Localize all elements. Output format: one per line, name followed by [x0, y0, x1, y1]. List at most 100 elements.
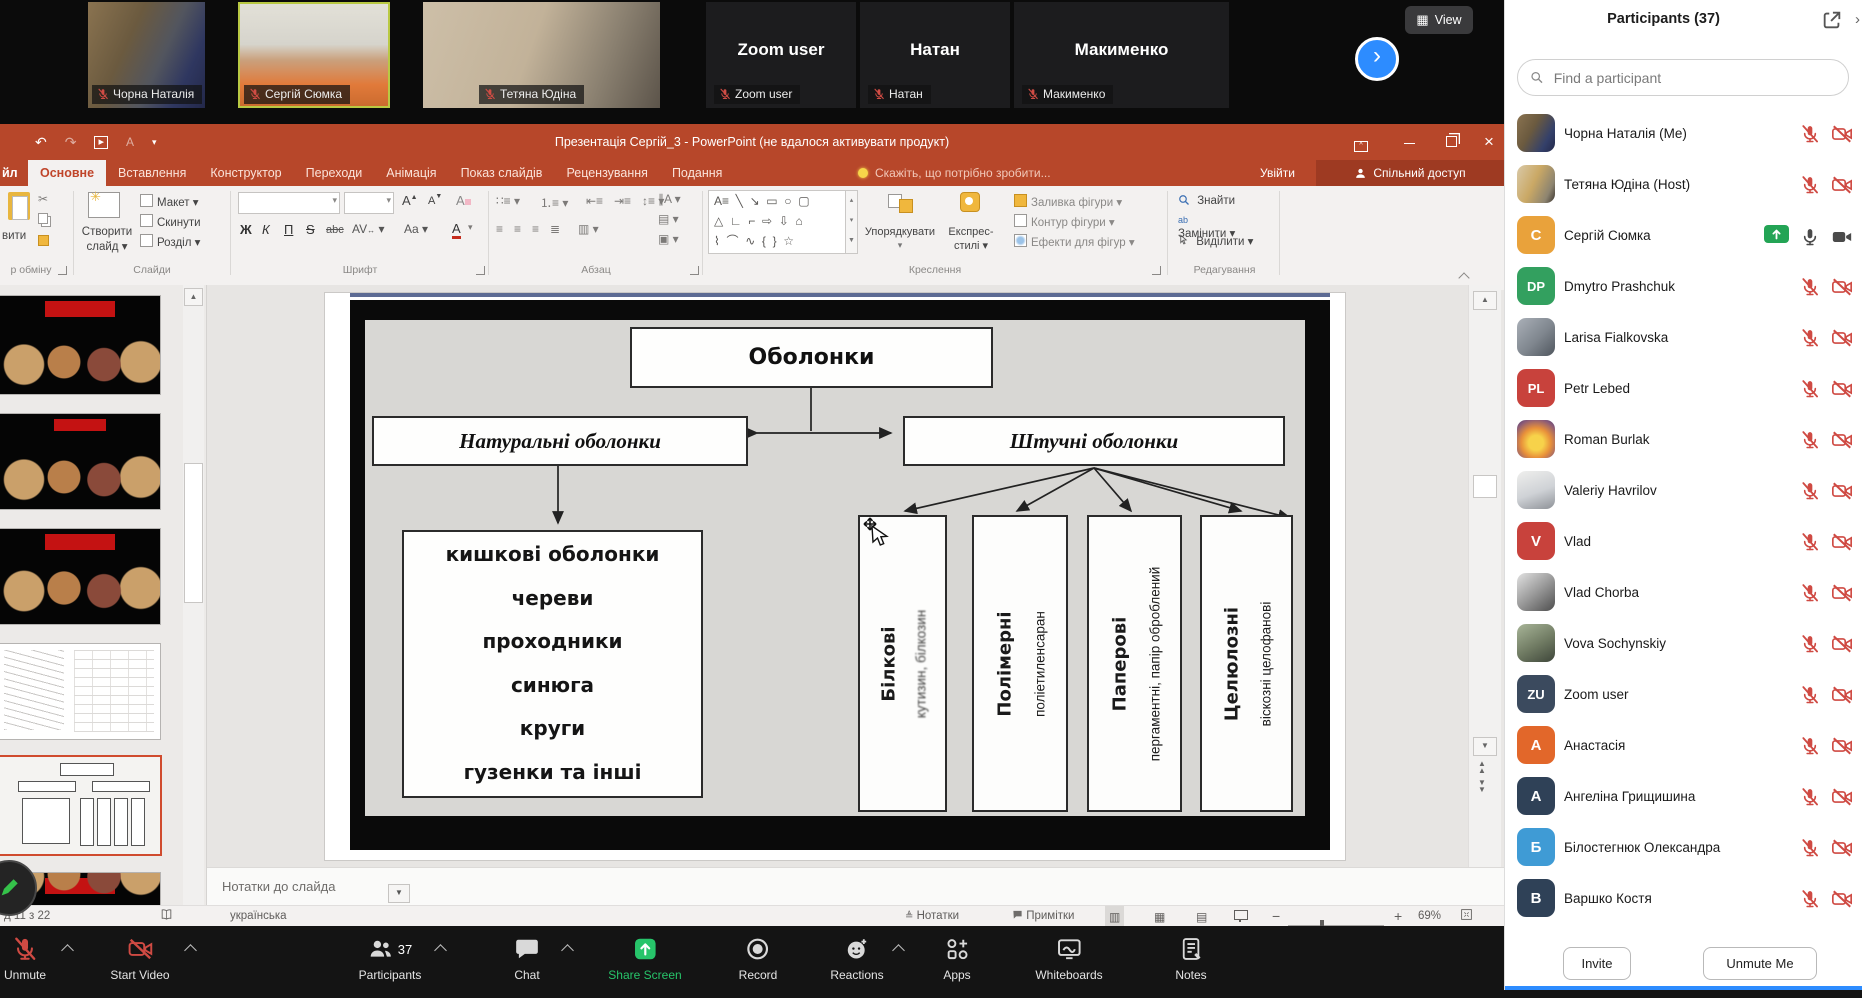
- participant-row[interactable]: PLPetr Lebed: [1505, 363, 1862, 414]
- toolbar-share-screen-button[interactable]: Share Screen: [608, 934, 681, 982]
- restore-button[interactable]: [1434, 124, 1468, 160]
- tab-7[interactable]: Подання: [660, 160, 734, 186]
- qat-customize-icon[interactable]: ▾: [152, 137, 157, 148]
- slide-thumbnail[interactable]: [0, 295, 161, 395]
- natural-casings-box[interactable]: Натуральні оболонки: [372, 416, 748, 466]
- close-button[interactable]: ×: [1472, 124, 1506, 160]
- view-button[interactable]: ▦ View: [1405, 6, 1473, 34]
- align-text-icon[interactable]: ▤ ▾: [658, 212, 679, 226]
- toolbar-notes-button[interactable]: Notes: [1175, 934, 1206, 982]
- slide-scrollbar-thumb[interactable]: [1473, 475, 1497, 498]
- underline-button[interactable]: П: [284, 222, 293, 237]
- change-case-button[interactable]: Aa ▾: [404, 222, 428, 236]
- slide-thumbnail[interactable]: [0, 413, 161, 510]
- toolbar-apps-button[interactable]: Apps: [943, 934, 970, 982]
- video-tile[interactable]: Чорна Наталія: [88, 2, 205, 108]
- slide-scroll-up-button[interactable]: ▲: [1473, 291, 1497, 310]
- numbering-icon[interactable]: ⒈≡ ▾: [540, 194, 568, 211]
- reading-view-button[interactable]: ▤: [1192, 906, 1211, 928]
- artificial-casing-column[interactable]: Полімерніполіетиленсаран: [972, 515, 1068, 812]
- sign-in-button[interactable]: Увійти: [1260, 160, 1295, 186]
- chevron-up-icon[interactable]: [434, 944, 447, 957]
- layout-button[interactable]: Макет ▾: [140, 194, 199, 209]
- participant-row[interactable]: CСергій Сюмка: [1505, 210, 1862, 261]
- shape-gallery[interactable]: A≡ ╲ ↘ ▭ ○ ▢ △ ∟ ⌐ ⇨ ⇩ ⌂ ⌇ ⌒ ∿ { } ☆: [708, 190, 858, 254]
- text-shadow-button[interactable]: abc: [326, 224, 344, 236]
- cut-icon[interactable]: ✂: [38, 192, 48, 206]
- decrease-indent-icon[interactable]: ⇤≡: [586, 194, 603, 208]
- character-spacing-button[interactable]: AV↔ ▾: [352, 222, 384, 236]
- participant-row[interactable]: Valeriy Havrilov: [1505, 465, 1862, 516]
- font-dialog-launcher[interactable]: [476, 266, 485, 275]
- font-tool-icon[interactable]: A: [126, 135, 134, 149]
- shape-effects-button[interactable]: Ефекти для фігур ▾: [1014, 234, 1135, 249]
- participant-row[interactable]: Roman Burlak: [1505, 414, 1862, 465]
- search-input[interactable]: [1552, 69, 1836, 87]
- slide-thumbnail[interactable]: [0, 755, 162, 856]
- shape-outline-button[interactable]: Контур фігури ▾: [1014, 214, 1115, 229]
- toolbar-whiteboards-button[interactable]: Whiteboards: [1035, 934, 1102, 982]
- participant-row[interactable]: Тетяна Юдіна (Host): [1505, 159, 1862, 210]
- comments-toggle[interactable]: Примітки: [1012, 906, 1074, 928]
- chevron-up-icon[interactable]: [561, 944, 574, 957]
- tab-3[interactable]: Переходи: [294, 160, 375, 186]
- artificial-casings-box[interactable]: Штучні оболонки: [903, 416, 1285, 466]
- participant-row[interactable]: ZUZoom user: [1505, 669, 1862, 720]
- undo-icon[interactable]: ↶: [35, 134, 47, 151]
- justify-icon[interactable]: ≣: [550, 222, 560, 236]
- tab-4[interactable]: Анімація: [374, 160, 448, 186]
- artificial-casing-column[interactable]: Паперовіпергаментні, папір оброблений: [1087, 515, 1182, 812]
- normal-view-button[interactable]: ▥: [1105, 906, 1124, 928]
- shape-fill-button[interactable]: Заливка фігури ▾: [1014, 194, 1122, 209]
- thumbnails-scroll-up-button[interactable]: ▲: [184, 288, 203, 306]
- previous-slide-button[interactable]: ▲▲: [1478, 760, 1486, 774]
- slide-scroll-down-button[interactable]: ▼: [1473, 737, 1497, 756]
- search-box[interactable]: [1517, 59, 1849, 96]
- shape-gallery-scroll[interactable]: ▴▾▼: [845, 190, 858, 254]
- strikethrough-button[interactable]: S: [306, 222, 315, 237]
- video-tile[interactable]: МакименкоМакименко: [1014, 2, 1229, 108]
- ribbon-display-options-button[interactable]: ^: [1344, 124, 1378, 160]
- natural-casings-list-box[interactable]: кишкові оболонкичеревипроходникисинюгакр…: [402, 530, 703, 798]
- italic-button[interactable]: К: [262, 222, 270, 237]
- next-slide-button[interactable]: ▼▼: [1478, 779, 1486, 793]
- video-tile[interactable]: Zoom userZoom user: [706, 2, 856, 108]
- font-name-combo[interactable]: [238, 192, 340, 214]
- tab-1[interactable]: Вставлення: [106, 160, 198, 186]
- slide-thumbnail[interactable]: [0, 528, 161, 625]
- video-tile[interactable]: Сергій Сюмка: [238, 2, 390, 108]
- participant-row[interactable]: Чорна Наталія (Me): [1505, 108, 1862, 159]
- zoom-out-button[interactable]: −: [1272, 906, 1280, 928]
- slideshow-icon[interactable]: ▸: [94, 136, 108, 149]
- invite-button[interactable]: Invite: [1563, 947, 1631, 980]
- language-indicator[interactable]: українська: [230, 906, 287, 928]
- bold-button[interactable]: Ж: [240, 222, 252, 237]
- copy-icon[interactable]: [38, 212, 52, 226]
- slide-sorter-view-button[interactable]: ▦: [1150, 906, 1169, 928]
- reset-button[interactable]: Скинути: [140, 214, 201, 229]
- font-size-combo[interactable]: [344, 192, 394, 214]
- columns-icon[interactable]: ▥ ▾: [578, 222, 599, 236]
- participant-row[interactable]: AАнастасія: [1505, 720, 1862, 771]
- paragraph-dialog-launcher[interactable]: [690, 266, 699, 275]
- find-button[interactable]: Знайти: [1178, 194, 1235, 207]
- thumbnails-scrollbar-thumb[interactable]: [184, 463, 203, 603]
- toolbar-start-video-button[interactable]: Start Video: [110, 934, 169, 982]
- paste-icon[interactable]: [8, 192, 30, 220]
- convert-smartart-icon[interactable]: ▣ ▾: [658, 232, 679, 246]
- text-direction-icon[interactable]: ∥A ▾: [658, 192, 681, 206]
- participant-row[interactable]: ББілостегнюк Олександра: [1505, 822, 1862, 873]
- participant-row[interactable]: ВВаршко Костя: [1505, 873, 1862, 924]
- chevron-up-icon[interactable]: [184, 944, 197, 957]
- spellcheck-icon[interactable]: [160, 906, 173, 928]
- tab-file-fragment[interactable]: йл: [2, 160, 18, 186]
- toolbar-chat-button[interactable]: Chat: [514, 934, 540, 982]
- collapse-panel-icon[interactable]: ›: [1855, 11, 1860, 28]
- video-tile[interactable]: НатанНатан: [860, 2, 1010, 108]
- font-color-button[interactable]: A: [452, 221, 461, 239]
- slide-scrollbar[interactable]: ▲ ▼ ▲▲ ▼▼: [1468, 285, 1501, 867]
- section-button[interactable]: Розділ ▾: [140, 234, 200, 249]
- chevron-up-icon[interactable]: [61, 944, 74, 957]
- slide-thumbnail[interactable]: [0, 643, 161, 740]
- tab-6[interactable]: Рецензування: [554, 160, 659, 186]
